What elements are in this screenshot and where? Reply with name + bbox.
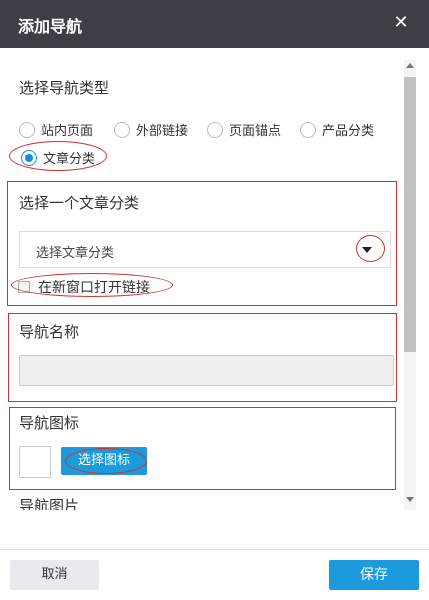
radio-product-category[interactable]: 产品分类 (300, 120, 374, 139)
radio-external-link[interactable]: 外部链接 (114, 120, 188, 139)
save-button[interactable]: 保存 (329, 560, 419, 590)
checkbox-label: 在新窗口打开链接 (38, 280, 150, 296)
icon-preview (19, 446, 51, 478)
radio-label: 外部链接 (136, 124, 189, 139)
nav-name-label: 导航名称 (19, 323, 80, 341)
nav-icon-label: 导航图标 (19, 414, 80, 432)
article-category-label: 选择一个文章分类 (19, 194, 140, 212)
radio-in-site-page[interactable]: 站内页面 (19, 120, 93, 139)
dialog-content: 选择导航类型 站内页面 外部链接 页面锚点 产品分类 文章分类 选择一个文章分类… (0, 48, 429, 510)
radio-label: 页面锚点 (229, 124, 282, 139)
nav-type-label: 选择导航类型 (19, 79, 110, 97)
close-icon[interactable]: ✕ (391, 12, 411, 34)
radio-label: 文章分类 (43, 152, 96, 167)
radio-label: 站内页面 (41, 124, 94, 139)
radio-selected-icon (21, 149, 37, 166)
nav-name-input[interactable] (19, 355, 394, 386)
dialog-title: 添加导航 (18, 17, 83, 36)
article-category-select[interactable]: 选择文章分类 (19, 231, 391, 268)
chevron-down-icon (362, 247, 372, 253)
radio-circle-icon (114, 121, 130, 138)
radio-page-anchor[interactable]: 页面锚点 (207, 120, 281, 139)
nav-image-label: 导航图片 (19, 497, 80, 510)
cancel-button[interactable]: 取消 (10, 560, 99, 590)
arrow-up-icon[interactable] (406, 63, 414, 68)
scrollbar-thumb[interactable] (404, 77, 416, 352)
radio-label: 产品分类 (322, 124, 375, 139)
radio-circle-icon (300, 121, 316, 138)
radio-circle-icon (207, 121, 223, 138)
radio-article-category[interactable]: 文章分类 (21, 148, 95, 167)
new-window-checkbox[interactable]: 在新窗口打开链接 (18, 277, 150, 297)
radio-circle-icon (19, 121, 35, 138)
checkbox-icon[interactable] (18, 281, 30, 293)
dialog-titlebar: 添加导航 ✕ (0, 0, 429, 48)
arrow-down-icon[interactable] (406, 497, 414, 502)
choose-icon-button[interactable]: 选择图标 (61, 447, 147, 475)
select-value: 选择文章分类 (36, 246, 115, 261)
